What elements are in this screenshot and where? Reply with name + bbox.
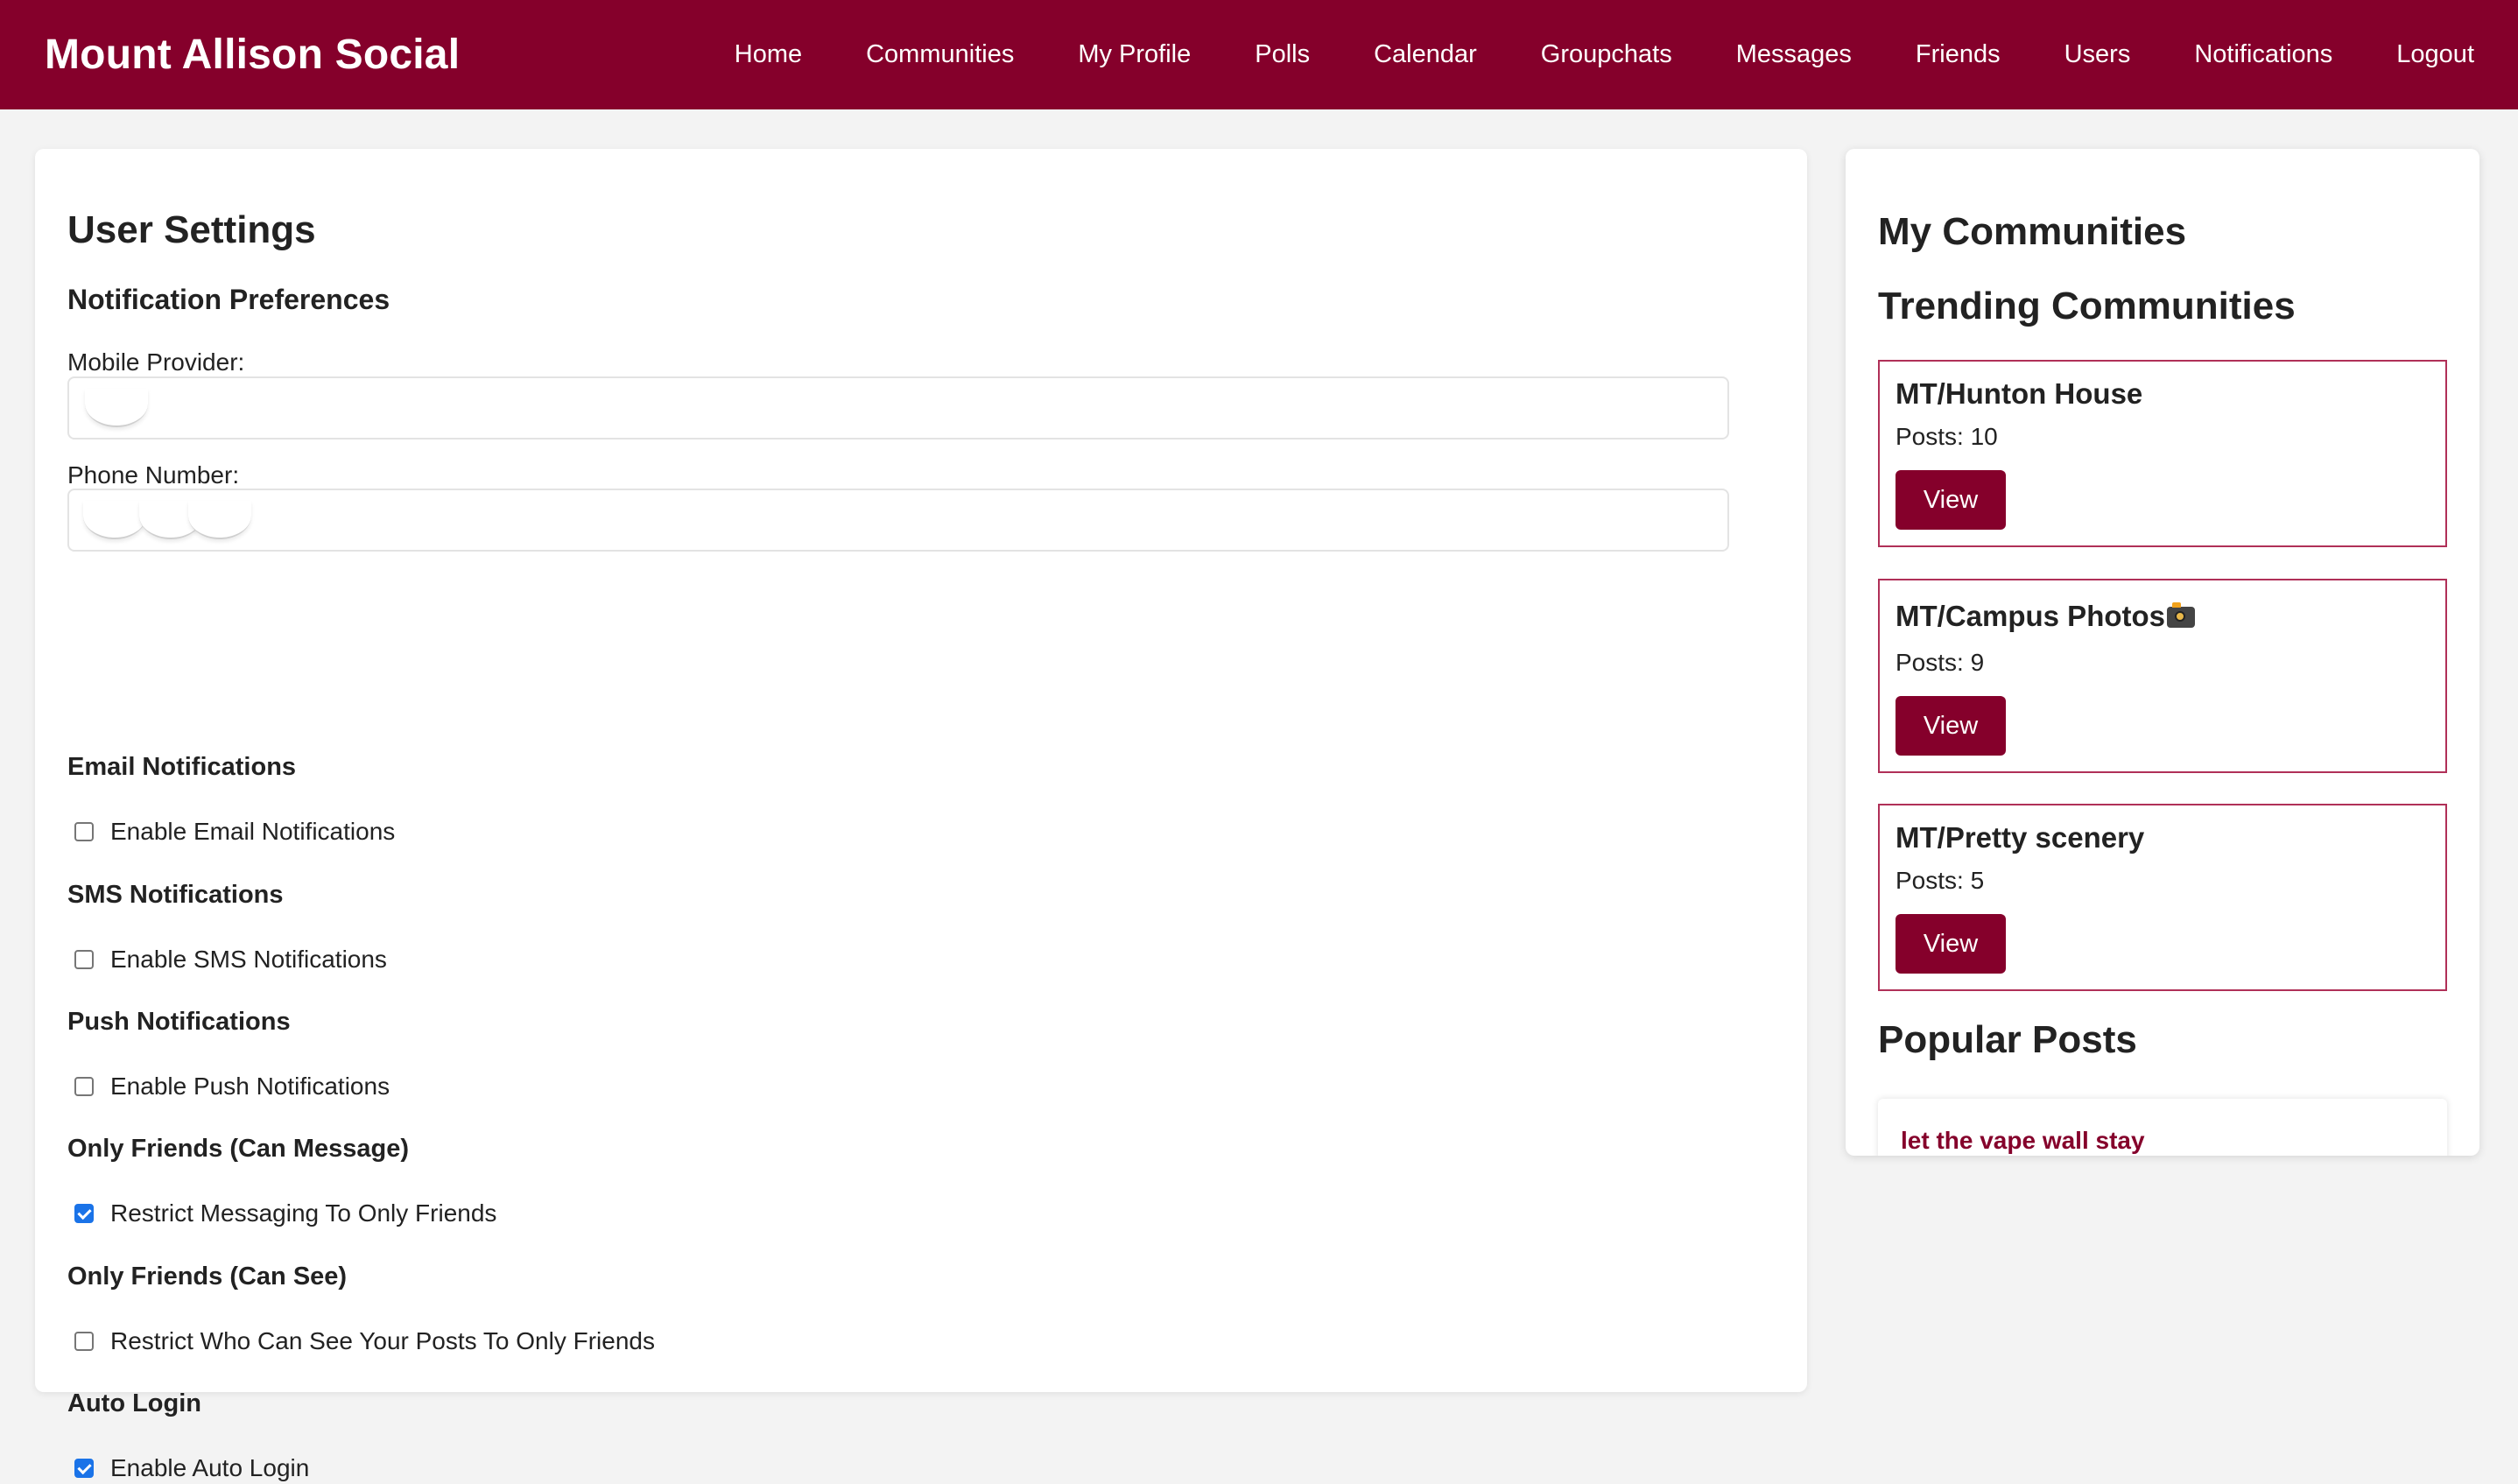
communities-sidebar: My Communities Trending Communities MT/H… bbox=[1846, 149, 2479, 1156]
top-navbar: Mount Allison Social Home Communities My… bbox=[0, 0, 2518, 109]
friends-message-heading: Only Friends (Can Message) bbox=[67, 1135, 409, 1163]
select-placeholder-shape bbox=[85, 389, 148, 427]
email-notifications-checkbox[interactable] bbox=[74, 822, 94, 841]
community-name-row: MT/Campus Photos bbox=[1896, 600, 2196, 633]
nav-home[interactable]: Home bbox=[735, 40, 802, 69]
community-card: MT/Campus Photos Posts: 9 View bbox=[1878, 579, 2447, 773]
friends-message-checkbox[interactable] bbox=[74, 1204, 94, 1223]
community-name: MT/Pretty scenery bbox=[1896, 821, 2145, 854]
my-communities-heading: My Communities bbox=[1878, 210, 2187, 253]
push-notifications-heading: Push Notifications bbox=[67, 1008, 291, 1036]
email-notifications-heading: Email Notifications bbox=[67, 753, 297, 781]
friends-see-row[interactable]: Restrict Who Can See Your Posts To Only … bbox=[67, 1326, 655, 1357]
section-title: Notification Preferences bbox=[67, 284, 390, 315]
email-notifications-row[interactable]: Enable Email Notifications bbox=[67, 816, 395, 847]
community-post-count: Posts: 5 bbox=[1896, 867, 1985, 894]
phone-number-label: Phone Number: bbox=[67, 461, 240, 489]
nav-groupchats[interactable]: Groupchats bbox=[1541, 40, 1672, 69]
nav-my-profile[interactable]: My Profile bbox=[1078, 40, 1191, 69]
settings-panel: User Settings Notification Preferences M… bbox=[35, 149, 1807, 1481]
community-name: MT/Campus Photos bbox=[1896, 600, 2166, 632]
popular-post-card[interactable]: let the vape wall stay bbox=[1878, 1099, 2447, 1156]
auto-login-heading: Auto Login bbox=[67, 1389, 202, 1417]
view-community-button[interactable]: View bbox=[1896, 914, 2006, 974]
community-post-count: Posts: 10 bbox=[1896, 423, 1998, 450]
phone-number-input[interactable] bbox=[67, 489, 1729, 552]
mobile-provider-label: Mobile Provider: bbox=[67, 348, 245, 376]
auto-login-checkbox[interactable] bbox=[74, 1459, 94, 1478]
friends-see-checkbox[interactable] bbox=[74, 1332, 94, 1351]
input-placeholder-shape bbox=[188, 501, 251, 539]
nav-notifications[interactable]: Notifications bbox=[2194, 40, 2332, 69]
community-post-count: Posts: 9 bbox=[1896, 649, 1985, 676]
sms-notifications-label: Enable SMS Notifications bbox=[110, 946, 387, 973]
community-name: MT/Hunton House bbox=[1896, 377, 2143, 410]
popular-posts-heading: Popular Posts bbox=[1878, 1018, 2137, 1061]
community-card: MT/Pretty scenery Posts: 5 View bbox=[1878, 804, 2447, 991]
camera-icon bbox=[2167, 602, 2196, 628]
sms-notifications-checkbox[interactable] bbox=[74, 950, 94, 969]
trending-communities-heading: Trending Communities bbox=[1878, 285, 2296, 327]
nav-friends[interactable]: Friends bbox=[1916, 40, 2001, 69]
sms-notifications-row[interactable]: Enable SMS Notifications bbox=[67, 944, 387, 975]
push-notifications-label: Enable Push Notifications bbox=[110, 1073, 390, 1100]
main-nav: Home Communities My Profile Polls Calend… bbox=[735, 40, 2474, 69]
nav-communities[interactable]: Communities bbox=[866, 40, 1014, 69]
friends-message-row[interactable]: Restrict Messaging To Only Friends bbox=[67, 1198, 496, 1229]
auto-login-row[interactable]: Enable Auto Login bbox=[67, 1452, 309, 1484]
friends-message-label: Restrict Messaging To Only Friends bbox=[110, 1199, 497, 1227]
friends-see-heading: Only Friends (Can See) bbox=[67, 1262, 348, 1291]
sms-notifications-heading: SMS Notifications bbox=[67, 881, 284, 909]
community-card: MT/Hunton House Posts: 10 View bbox=[1878, 360, 2447, 547]
input-placeholder-shape bbox=[83, 501, 146, 539]
nav-messages[interactable]: Messages bbox=[1736, 40, 1852, 69]
mobile-provider-select[interactable] bbox=[67, 376, 1729, 440]
nav-logout[interactable]: Logout bbox=[2396, 40, 2474, 69]
email-notifications-label: Enable Email Notifications bbox=[110, 818, 396, 845]
popular-post-title[interactable]: let the vape wall stay bbox=[1901, 1127, 2145, 1155]
nav-polls[interactable]: Polls bbox=[1255, 40, 1310, 69]
page-title: User Settings bbox=[67, 208, 316, 251]
nav-calendar[interactable]: Calendar bbox=[1374, 40, 1477, 69]
brand-title[interactable]: Mount Allison Social bbox=[45, 31, 460, 79]
nav-users[interactable]: Users bbox=[2064, 40, 2131, 69]
push-notifications-checkbox[interactable] bbox=[74, 1077, 94, 1096]
view-community-button[interactable]: View bbox=[1896, 470, 2006, 530]
view-community-button[interactable]: View bbox=[1896, 696, 2006, 756]
friends-see-label: Restrict Who Can See Your Posts To Only … bbox=[110, 1327, 655, 1354]
auto-login-label: Enable Auto Login bbox=[110, 1454, 310, 1481]
push-notifications-row[interactable]: Enable Push Notifications bbox=[67, 1071, 390, 1102]
